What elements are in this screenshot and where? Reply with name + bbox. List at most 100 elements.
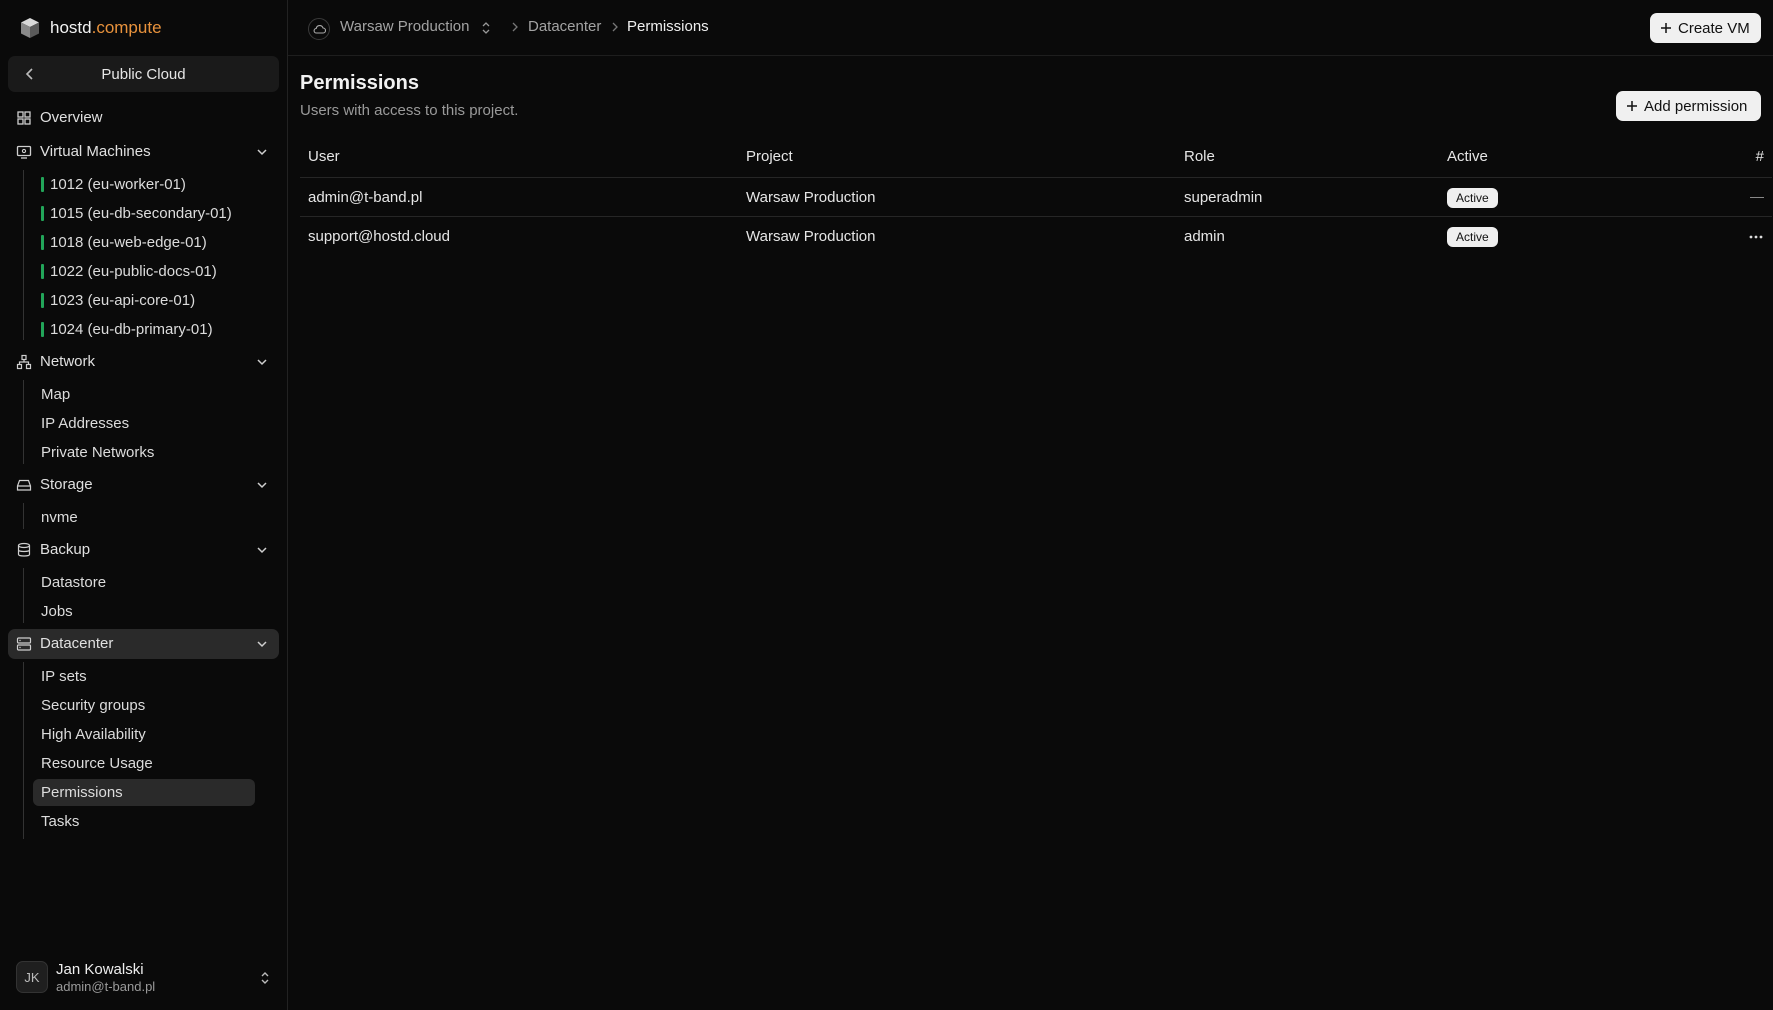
sidebar-item-private-networks[interactable]: Private Networks (33, 439, 255, 466)
user-name: Jan Kowalski (56, 961, 144, 978)
vm-item-label: 1023 (eu-api-core-01) (50, 292, 196, 309)
sidebar-item-label: IP Addresses (41, 415, 130, 432)
cell-role: superadmin (1184, 189, 1263, 206)
tree-line (23, 380, 24, 464)
status-badge: Active (1447, 188, 1498, 208)
chevron-down-icon (257, 641, 267, 648)
vm-item[interactable]: 1023 (eu-api-core-01) (33, 287, 255, 314)
vm-status-indicator (41, 235, 44, 250)
sidebar-item-overview[interactable]: Overview (8, 103, 279, 133)
vm-item[interactable]: 1022 (eu-public-docs-01) (33, 258, 255, 285)
vm-status-indicator (41, 264, 44, 279)
sidebar-item-label: Tasks (41, 813, 80, 830)
column-header-actions: # (1755, 148, 1764, 165)
breadcrumb-permissions: Permissions (627, 18, 709, 35)
create-vm-button[interactable]: Create VM (1650, 13, 1761, 43)
table-row[interactable]: admin@t-band.pl Warsaw Production supera… (300, 177, 1772, 217)
sidebar-item-label: Datacenter (40, 635, 114, 652)
vm-item-label: 1022 (eu-public-docs-01) (50, 263, 217, 280)
vm-item-label: 1024 (eu-db-primary-01) (50, 321, 213, 338)
cloud-switcher-button[interactable]: Public Cloud (8, 56, 279, 92)
column-header-user: User (308, 148, 340, 165)
sidebar-item-tasks[interactable]: Tasks (33, 808, 255, 835)
chevron-right-icon (612, 22, 618, 32)
sidebar-item-label: Permissions (41, 784, 123, 801)
avatar: JK (16, 961, 48, 993)
vm-item-label: 1018 (eu-web-edge-01) (50, 234, 207, 251)
chevron-right-icon (512, 22, 518, 32)
add-permission-label: Add permission (1644, 97, 1748, 115)
monitor-icon (16, 145, 32, 159)
page-title: Permissions (300, 72, 419, 94)
grid-icon (17, 111, 31, 125)
plus-icon (1627, 101, 1637, 111)
chevron-down-icon (257, 359, 267, 366)
vm-status-indicator (41, 206, 44, 221)
sidebar-group-datacenter[interactable]: Datacenter (8, 629, 279, 659)
sidebar-item-permissions[interactable]: Permissions (33, 779, 255, 806)
tree-line (23, 568, 24, 623)
chevron-down-icon (257, 149, 267, 156)
sidebar-item-jobs[interactable]: Jobs (33, 598, 255, 625)
column-header-project: Project (746, 148, 793, 165)
breadcrumb-datacenter[interactable]: Datacenter (528, 18, 601, 35)
sidebar-group-network[interactable]: Network (8, 347, 279, 377)
storage-icon (16, 479, 32, 491)
logo-accent: .compute (91, 18, 162, 37)
table-row[interactable]: support@hostd.cloud Warsaw Production ad… (300, 216, 1772, 256)
sidebar-item-label: Virtual Machines (40, 143, 151, 160)
sidebar-item-ip-addresses[interactable]: IP Addresses (33, 410, 255, 437)
chevron-down-icon (257, 547, 267, 554)
cell-user: admin@t-band.pl (308, 189, 423, 206)
sidebar-item-label: Backup (40, 541, 91, 558)
user-menu[interactable]: JK Jan Kowalski admin@t-band.pl (16, 961, 272, 995)
tree-line (23, 170, 24, 340)
sidebar-item-nvme[interactable]: nvme (33, 504, 255, 531)
cell-role: admin (1184, 228, 1225, 245)
app-logo[interactable]: hostd.compute (18, 16, 162, 40)
sidebar-item-label: IP sets (41, 668, 87, 685)
sidebar-group-backup[interactable]: Backup (8, 535, 279, 565)
network-icon (16, 354, 32, 370)
sidebar-item-label: Security groups (41, 697, 146, 714)
user-email: admin@t-band.pl (56, 979, 156, 994)
cell-user: support@hostd.cloud (308, 228, 450, 245)
sidebar-item-ip-sets[interactable]: IP sets (33, 663, 255, 690)
vm-item[interactable]: 1015 (eu-db-secondary-01) (33, 200, 255, 227)
logo-brand: hostd (50, 18, 92, 37)
plus-icon (1661, 23, 1671, 33)
sidebar-item-datastore[interactable]: Datastore (33, 569, 255, 596)
chevron-updown-icon[interactable] (480, 20, 492, 36)
sidebar: hostd.compute Public Cloud Overview Virt… (0, 0, 288, 1010)
chevron-left-icon (25, 68, 33, 80)
sidebar-item-label: Overview (40, 109, 103, 126)
sidebar-item-map[interactable]: Map (33, 381, 255, 408)
sidebar-item-label: Jobs (41, 603, 73, 620)
main-content: Warsaw Production Datacenter Permissions… (288, 0, 1773, 1010)
more-icon[interactable] (1748, 231, 1764, 243)
sidebar-group-virtual-machines[interactable]: Virtual Machines (8, 137, 279, 167)
sidebar-group-storage[interactable]: Storage (8, 470, 279, 500)
sidebar-item-resource-usage[interactable]: Resource Usage (33, 750, 255, 777)
topbar: Warsaw Production Datacenter Permissions… (288, 0, 1773, 56)
no-actions-dash (1750, 197, 1764, 198)
sidebar-item-label: Storage (40, 476, 93, 493)
project-switcher[interactable]: Warsaw Production (340, 18, 470, 35)
sidebar-item-label: Network (40, 353, 96, 370)
vm-item[interactable]: 1018 (eu-web-edge-01) (33, 229, 255, 256)
sidebar-item-high-availability[interactable]: High Availability (33, 721, 255, 748)
vm-status-indicator (41, 293, 44, 308)
vm-status-indicator (41, 322, 44, 337)
cloud-icon (308, 18, 330, 40)
vm-item[interactable]: 1012 (eu-worker-01) (33, 171, 255, 198)
sidebar-item-security-groups[interactable]: Security groups (33, 692, 255, 719)
sidebar-item-label: Datastore (41, 574, 107, 591)
vm-item[interactable]: 1024 (eu-db-primary-01) (33, 316, 255, 343)
cloud-switcher-label: Public Cloud (101, 65, 186, 83)
tree-line (23, 503, 24, 529)
vm-item-label: 1015 (eu-db-secondary-01) (50, 205, 232, 222)
column-header-active: Active (1447, 148, 1488, 165)
add-permission-button[interactable]: Add permission (1616, 91, 1761, 121)
chevron-down-icon (257, 482, 267, 489)
vm-item-label: 1012 (eu-worker-01) (50, 176, 186, 193)
